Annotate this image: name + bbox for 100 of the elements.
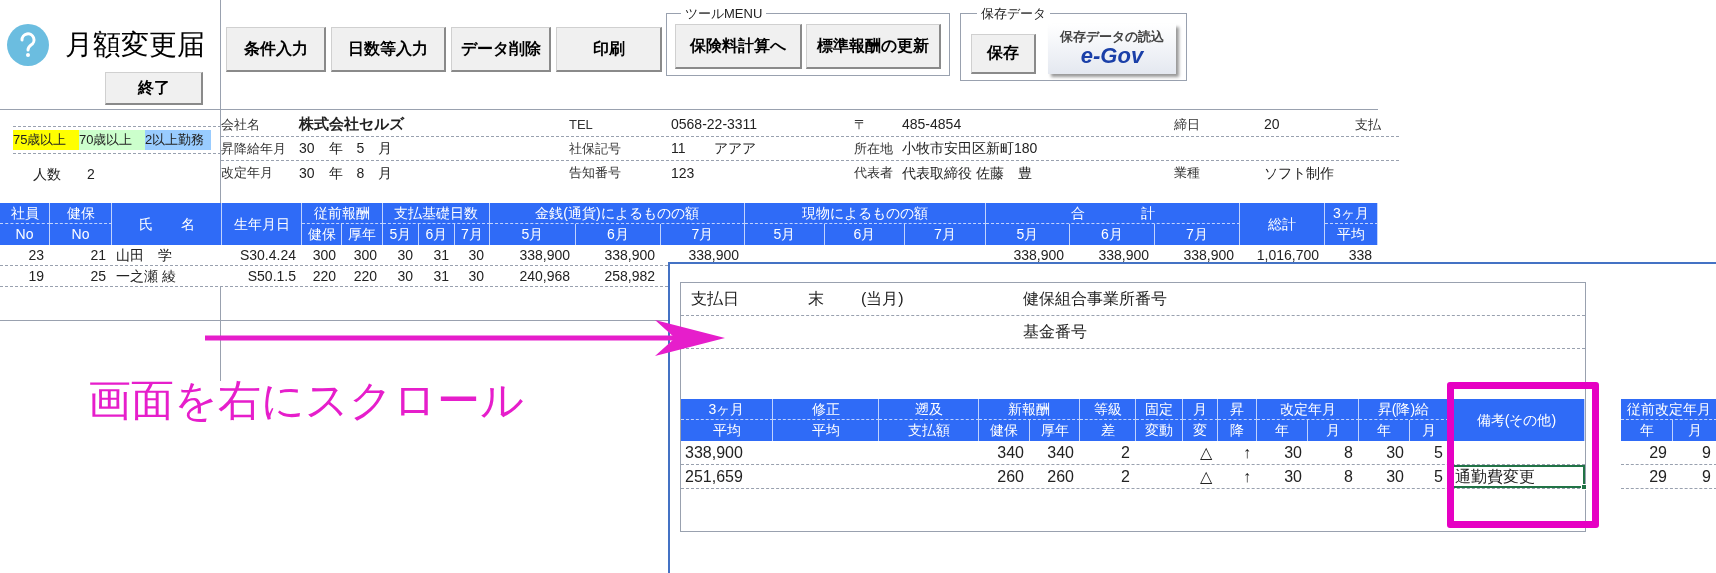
column-header: 健保 [302,224,342,245]
table-cell-text: 338,900 [1097,245,1150,265]
column-header: 5月 [745,224,825,245]
table-cell-text: 19 [27,266,45,286]
column-header: 新報酬 [979,399,1080,419]
table-cell-text: 30 [1385,442,1405,463]
info-label: 昇降給年月 [221,140,286,156]
column-header: 6月 [1070,224,1155,245]
table-cell-text: ↑ [1242,466,1252,487]
table-cell-text: 30 [396,245,414,265]
table-cell-text: 30 [1283,466,1303,487]
toolbar-button[interactable]: 日数等入力 [331,27,446,72]
column-header: 従前改定年月 [1621,399,1716,419]
info-label: 健保組合事業所番号 [1023,289,1167,309]
column-header: 厚年 [342,224,383,245]
table-cell-text: 25 [89,266,107,286]
info-label: 社保記号 [569,140,621,156]
table-cell-text: 30 [467,245,485,265]
table-cell-text: 340 [1046,442,1075,463]
table-cell-text: 1,016,700 [1255,245,1320,265]
table-cell-text: 260 [1046,466,1075,487]
column-header: 月 [1183,399,1218,419]
column-header: 氏 名 [112,203,222,245]
table-cell-text: 30 [467,266,485,286]
toolbar-button[interactable]: 印刷 [556,27,662,72]
legend-tag: 70歳以上 [79,130,145,150]
table-cell-text: 9 [1701,466,1712,487]
toolbar-button[interactable]: 終了 [105,72,203,105]
table-cell-text: 338,900 [1182,245,1235,265]
table-cell-text: 220 [352,266,378,286]
column-header: 6月 [419,224,455,245]
column-header: No [50,224,112,245]
column-header: 月 [1673,420,1716,441]
column-header: 等級 [1080,399,1136,419]
toolbar-button[interactable]: データ削除 [451,27,551,72]
info-value: 株式会社セルズ [299,115,404,133]
toolbar-button[interactable]: 保存 [971,33,1036,74]
table-cell-text: △ [1199,442,1213,463]
column-header: 平均 [773,420,879,441]
info-value: ソフト制作 [1264,164,1334,181]
column-header: 金銭(通貨)によるものの額 [490,203,745,223]
info-label: 基金番号 [1023,322,1087,342]
column-header: 降 [1218,420,1257,441]
column-header: 支払額 [879,420,979,441]
table-cell-text: 一之瀬 綾 [115,266,177,286]
column-header: 変動 [1136,420,1183,441]
table-cell-text: △ [1199,466,1213,487]
toolbar-button[interactable]: 条件入力 [226,27,326,72]
table-cell-text: S30.4.24 [238,245,297,265]
toolbar-button[interactable]: 保険料計算へ [675,23,802,69]
column-header: 総計 [1240,203,1325,245]
column-header: 7月 [905,224,986,245]
info-label: TEL [569,116,593,132]
table-cell-text: 23 [27,245,45,265]
column-header: 7月 [1155,224,1240,245]
column-header: 7月 [661,224,745,245]
legend-tag: 75歳以上 [13,130,79,150]
table-cell-text: 220 [311,266,337,286]
column-header: 月 [1410,420,1449,441]
info-value: 小牧市安田区新町180 [902,140,1038,156]
column-header: 固定 [1136,399,1183,419]
column-header: 昇(降)給 [1359,399,1449,419]
legend-tag: 2以上勤務 [145,130,211,150]
column-header: 支払基礎日数 [383,203,490,223]
column-header: 生年月日 [222,203,302,245]
column-header: 健保 [50,203,112,223]
table-cell-text: 338,900 [684,442,744,463]
app-title: 月額変更届 [65,28,205,62]
column-header: 7月 [455,224,490,245]
egov-button[interactable]: 保存データの読込 e-Gov [1048,23,1176,74]
table-cell-text: 31 [432,266,450,286]
column-header: 年 [1621,420,1673,441]
column-header: 6月 [576,224,661,245]
annotation-text: 画面を右にスクロール [88,375,524,426]
table-cell-text: 338,900 [687,245,740,265]
info-label: 告知番号 [569,165,621,181]
headcount-value: 2 [87,165,95,184]
table-cell-text: 260 [996,466,1025,487]
column-header: 社員 [0,203,50,223]
column-header: 改定年月 [1257,399,1359,419]
fill-handle-icon[interactable] [1581,484,1587,490]
info-label: 代表者 [854,165,893,181]
table-cell-text: S50.1.5 [246,266,297,286]
column-header: 厚年 [1030,420,1080,441]
table-cell-text: 300 [311,245,337,265]
table-cell-text: 8 [1343,442,1354,463]
column-header: 健保 [979,420,1030,441]
column-header: 合 計 [986,203,1240,223]
table-cell-text: 2 [1120,466,1131,487]
table-cell-text: 300 [352,245,378,265]
column-header: 遡及 [879,399,979,419]
column-header: 昇 [1218,399,1257,419]
info-value: 30 年 8 月 [299,164,393,181]
info-value: 代表取締役 佐藤 豊 [902,164,1032,181]
column-header: 月 [1308,420,1359,441]
toolbar-button[interactable]: 標準報酬の更新 [806,23,941,69]
column-header: 従前報酬 [302,203,383,223]
info-label: 締日 [1174,116,1200,132]
table-cell-text: 5 [1433,442,1444,463]
column-header: 変 [1183,420,1218,441]
